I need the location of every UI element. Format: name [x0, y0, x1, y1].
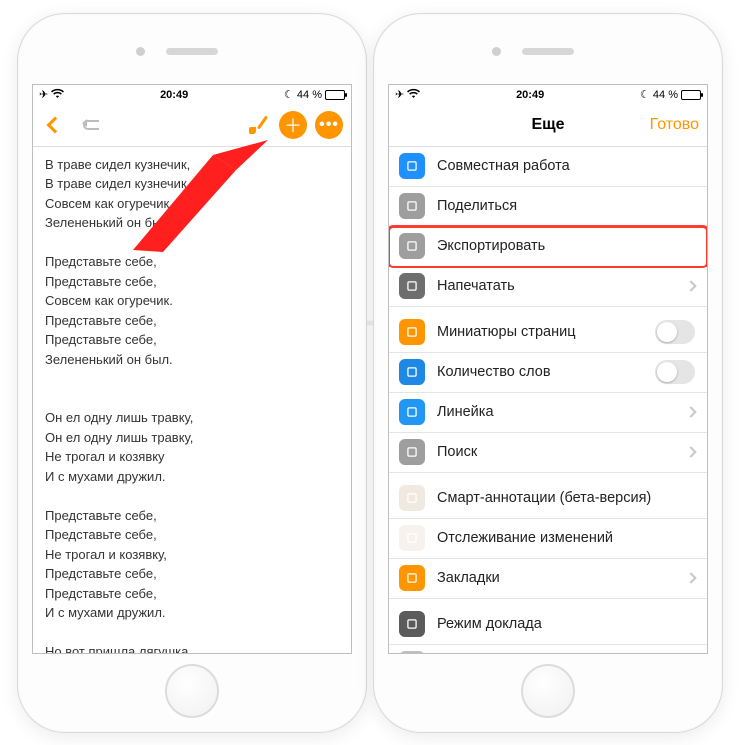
row-label: Количество слов: [437, 364, 643, 380]
row-icon: [399, 153, 425, 179]
home-button[interactable]: [165, 664, 219, 718]
airplane-icon: ✈: [395, 88, 404, 101]
row-icon: [399, 399, 425, 425]
row-icon: [399, 233, 425, 259]
chevron-right-icon: [685, 406, 696, 417]
battery-icon: [681, 90, 701, 100]
settings-row[interactable]: Напечатать: [389, 267, 707, 307]
settings-row[interactable]: Миниатюры страниц: [389, 313, 707, 353]
battery-pct: 44 %: [297, 89, 322, 101]
phone-left: ✈ 20:49 ☾ 44 % ＋ •••: [17, 13, 367, 733]
status-time: 20:49: [160, 89, 188, 101]
status-time: 20:49: [516, 89, 544, 101]
settings-row[interactable]: Поиск: [389, 433, 707, 473]
more-button[interactable]: •••: [315, 111, 343, 139]
home-button[interactable]: [521, 664, 575, 718]
status-bar: ✈ 20:49 ☾ 44 %: [389, 85, 707, 105]
airplane-icon: ✈: [39, 88, 48, 101]
row-label: Напечатать: [437, 278, 675, 294]
row-icon: [399, 273, 425, 299]
row-label: Совместная работа: [437, 158, 695, 174]
speaker-slot: [166, 48, 218, 55]
navbar-title: Еще: [465, 116, 631, 134]
dnd-icon: ☾: [284, 88, 294, 101]
settings-navbar: Еще Готово: [389, 105, 707, 147]
settings-row[interactable]: Экспортировать: [389, 227, 707, 267]
row-label: Закладки: [437, 570, 675, 586]
phone-right: ✈ 20:49 ☾ 44 % Еще Готово Совместная раб…: [373, 13, 723, 733]
plus-icon: ＋: [284, 112, 302, 138]
row-label: Отслеживание изменений: [437, 530, 695, 546]
settings-list: Совместная работа Поделиться Экспортироват…: [389, 147, 707, 653]
settings-row[interactable]: Количество слов: [389, 353, 707, 393]
row-icon: [399, 193, 425, 219]
document-body[interactable]: В траве сидел кузнечик, В траве сидел ку…: [33, 147, 351, 653]
settings-row[interactable]: Режим доклада: [389, 605, 707, 645]
settings-row[interactable]: Смарт-аннотации (бета-версия): [389, 479, 707, 519]
settings-row[interactable]: Отслеживание изменений: [389, 519, 707, 559]
more-icon: •••: [319, 117, 339, 133]
row-icon: [399, 439, 425, 465]
row-icon: [399, 319, 425, 345]
battery-icon: [325, 90, 345, 100]
editor-navbar: ＋ •••: [33, 105, 351, 147]
row-label: Миниатюры страниц: [437, 324, 643, 340]
screen-right: ✈ 20:49 ☾ 44 % Еще Готово Совместная раб…: [388, 84, 708, 654]
status-bar: ✈ 20:49 ☾ 44 %: [33, 85, 351, 105]
chevron-right-icon: [685, 446, 696, 457]
settings-row[interactable]: Совместная работа: [389, 147, 707, 187]
row-icon: [399, 525, 425, 551]
dnd-icon: ☾: [640, 88, 650, 101]
chevron-right-icon: [685, 280, 696, 291]
settings-row[interactable]: Поделиться: [389, 187, 707, 227]
row-label: Режим доклада: [437, 616, 695, 632]
row-label: Линейка: [437, 404, 675, 420]
wifi-icon: [407, 88, 420, 101]
format-brush-button[interactable]: [243, 111, 271, 139]
row-label: Смарт-аннотации (бета-версия): [437, 490, 695, 506]
toggle-switch[interactable]: [655, 320, 695, 344]
row-icon: [399, 651, 425, 653]
chevron-right-icon: [685, 572, 696, 583]
undo-button[interactable]: [77, 111, 105, 139]
row-icon: [399, 565, 425, 591]
add-button[interactable]: ＋: [279, 111, 307, 139]
row-label: Поиск: [437, 444, 675, 460]
battery-pct: 44 %: [653, 89, 678, 101]
back-button[interactable]: [41, 111, 69, 139]
settings-row[interactable]: Закладки: [389, 559, 707, 599]
row-icon: [399, 611, 425, 637]
settings-row[interactable]: Пароль: [389, 645, 707, 653]
wifi-icon: [51, 88, 64, 101]
settings-row[interactable]: Линейка: [389, 393, 707, 433]
row-icon: [399, 359, 425, 385]
done-button[interactable]: Готово: [639, 116, 699, 134]
row-icon: [399, 485, 425, 511]
camera-dot: [136, 47, 145, 56]
screen-left: ✈ 20:49 ☾ 44 % ＋ •••: [32, 84, 352, 654]
toggle-switch[interactable]: [655, 360, 695, 384]
speaker-slot: [522, 48, 574, 55]
camera-dot: [492, 47, 501, 56]
row-label: Экспортировать: [437, 238, 695, 254]
row-label: Поделиться: [437, 198, 695, 214]
